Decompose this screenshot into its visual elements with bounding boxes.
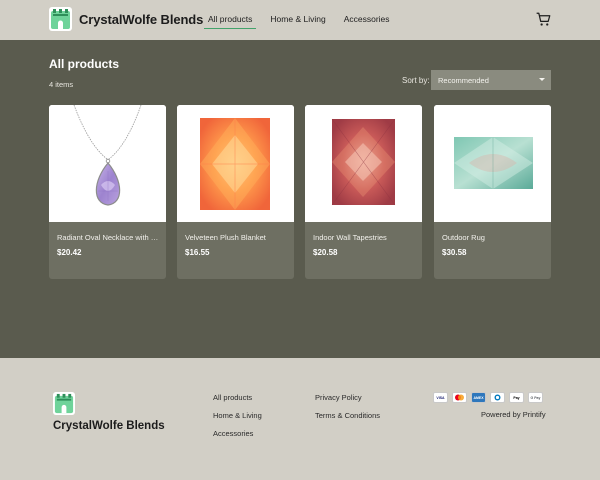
product-card[interactable]: Outdoor Rug $30.58	[434, 105, 551, 279]
nav-all-products[interactable]: All products	[204, 14, 257, 29]
product-name: Velveteen Plush Blanket	[185, 233, 266, 242]
sort-dropdown[interactable]: Recommended	[431, 70, 551, 90]
powered-by-text[interactable]: Powered by Printify	[481, 410, 546, 419]
nav-accessories[interactable]: Accessories	[340, 14, 394, 29]
product-price: $20.42	[57, 248, 82, 257]
product-card[interactable]: Indoor Wall Tapestries $20.58	[305, 105, 422, 279]
site-header: CrystalWolfe Blends All products Home & …	[0, 0, 600, 40]
item-count: 4 items	[49, 80, 74, 89]
footer-link-all-products[interactable]: All products	[213, 393, 252, 402]
product-card[interactable]: Velveteen Plush Blanket $16.55	[177, 105, 294, 279]
page-title: All products	[49, 57, 120, 71]
product-name: Radiant Oval Necklace with P...	[57, 233, 161, 242]
amex-icon: AMEX	[471, 392, 486, 403]
product-image-tapestry	[305, 105, 422, 222]
product-card[interactable]: Radiant Oval Necklace with P... $20.42	[49, 105, 166, 279]
castle-logo-icon[interactable]	[53, 392, 75, 415]
sort-value: Recommended	[438, 76, 489, 85]
product-image-necklace	[49, 105, 166, 222]
product-image-blanket	[177, 105, 294, 222]
footer-link-accessories[interactable]: Accessories	[213, 429, 253, 438]
google-pay-icon: G Pay	[528, 392, 543, 403]
payment-methods: VISA AMEX Pay G Pay	[433, 392, 547, 403]
footer-brand-name[interactable]: CrystalWolfe Blends	[53, 420, 165, 432]
castle-logo-icon[interactable]	[49, 7, 72, 31]
product-name: Outdoor Rug	[442, 233, 485, 242]
mastercard-icon	[452, 392, 467, 403]
product-price: $20.58	[313, 248, 338, 257]
brand-name[interactable]: CrystalWolfe Blends	[79, 12, 203, 27]
sort-label: Sort by:	[402, 76, 430, 85]
main-nav: All products Home & Living Accessories	[204, 14, 404, 29]
product-name: Indoor Wall Tapestries	[313, 233, 387, 242]
diners-club-icon	[490, 392, 505, 403]
product-image-rug	[434, 105, 551, 222]
footer-link-privacy-policy[interactable]: Privacy Policy	[315, 393, 362, 402]
nav-home-living[interactable]: Home & Living	[266, 14, 329, 29]
product-price: $30.58	[442, 248, 467, 257]
product-price: $16.55	[185, 248, 210, 257]
footer-link-home-living[interactable]: Home & Living	[213, 411, 262, 420]
footer-link-terms[interactable]: Terms & Conditions	[315, 411, 380, 420]
visa-icon: VISA	[433, 392, 448, 403]
cart-icon[interactable]	[536, 12, 551, 27]
apple-pay-icon: Pay	[509, 392, 524, 403]
chevron-down-icon	[539, 78, 545, 81]
site-footer: CrystalWolfe Blends All products Home & …	[0, 358, 600, 480]
